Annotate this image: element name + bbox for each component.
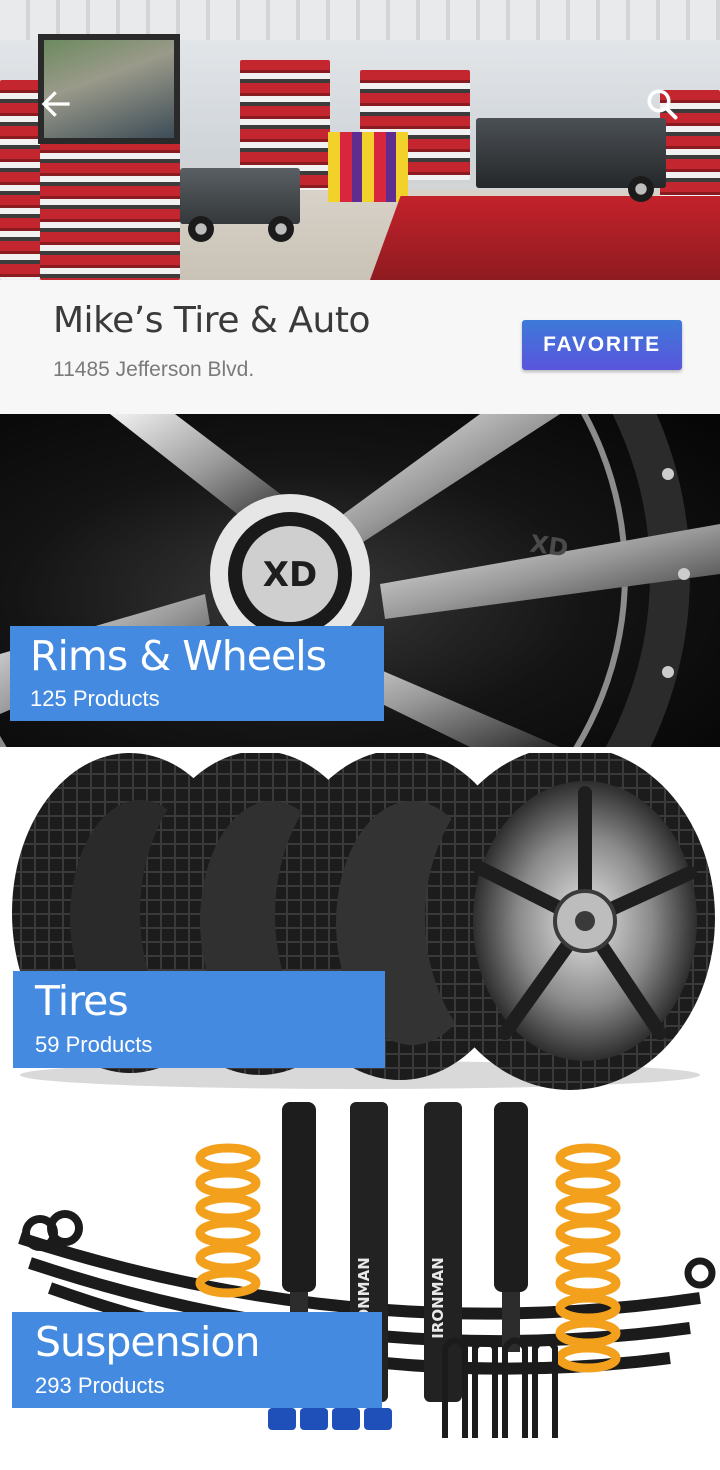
trailer-wheel xyxy=(628,176,654,202)
svg-text:IRONMAN: IRONMAN xyxy=(429,1257,447,1339)
arrow-left-icon xyxy=(41,91,70,117)
category-label: Rims & Wheels 125 Products xyxy=(10,626,384,721)
category-title: Tires xyxy=(35,977,129,1025)
category-title: Suspension xyxy=(35,1318,260,1366)
trailer-wheel xyxy=(268,216,294,242)
suspension-image: IRONMAN IRONMAN xyxy=(18,1102,716,1438)
store-counter xyxy=(370,196,720,280)
category-label: Tires 59 Products xyxy=(13,971,385,1068)
category-card-suspension[interactable]: IRONMAN IRONMAN Suspension 293 Products xyxy=(0,1098,720,1470)
favorite-button[interactable]: FAVORITE xyxy=(522,320,682,370)
category-card-tires[interactable]: Tires 59 Products xyxy=(0,753,720,1093)
category-card-rims-wheels[interactable]: XD XD Rims & Wheels 125 Products xyxy=(0,414,720,747)
category-title: Rims & Wheels xyxy=(30,632,327,680)
product-display xyxy=(328,132,408,202)
store-shelf xyxy=(40,140,180,280)
category-product-count: 125 Products xyxy=(30,686,160,711)
store-hero-image xyxy=(0,0,720,280)
store-name: Mike’s Tire & Auto xyxy=(53,300,371,341)
store-address: 11485 Jefferson Blvd. xyxy=(53,358,255,381)
svg-text:XD: XD xyxy=(528,530,570,563)
back-button[interactable] xyxy=(32,80,80,128)
category-label: Suspension 293 Products xyxy=(12,1312,382,1408)
category-product-count: 59 Products xyxy=(35,1032,153,1057)
svg-text:XD: XD xyxy=(263,555,317,595)
trailer-wheel xyxy=(188,216,214,242)
search-icon xyxy=(647,89,678,120)
search-button[interactable] xyxy=(638,80,686,128)
category-product-count: 293 Products xyxy=(35,1373,165,1398)
